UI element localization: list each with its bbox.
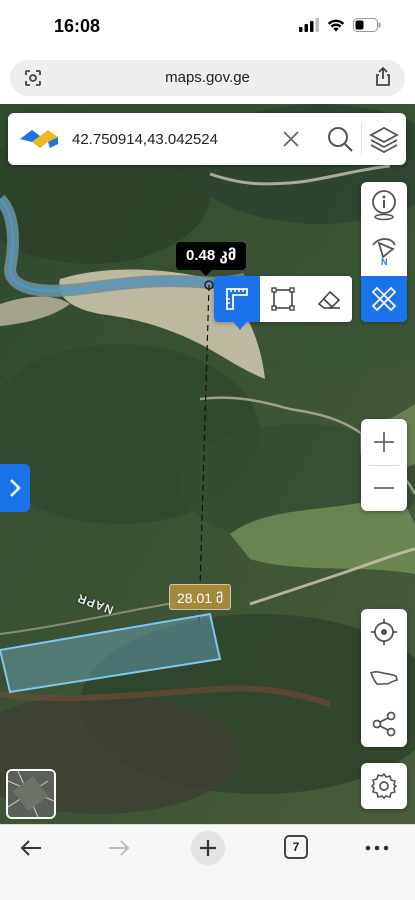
toolbar-pointer (230, 318, 250, 330)
gear-icon (371, 773, 397, 799)
forward-button[interactable] (106, 835, 132, 861)
more-menu-button[interactable] (364, 835, 390, 861)
plus-icon (200, 840, 216, 856)
arrow-right-icon (109, 840, 130, 856)
total-distance-tooltip: 0.48 კმ (176, 242, 247, 276)
ruler-icon (226, 288, 248, 310)
share-button[interactable] (361, 701, 407, 747)
measure-tool-button[interactable] (361, 276, 407, 322)
search-divider (361, 123, 362, 155)
share-icon (372, 711, 396, 737)
status-bar: 16:08 (0, 0, 415, 56)
coordinates-search-input[interactable] (72, 127, 272, 151)
basemap-switcher-thumbnail[interactable] (6, 769, 56, 819)
country-view-button[interactable] (361, 655, 407, 701)
satellite-imagery (0, 104, 415, 824)
new-tab-button[interactable] (191, 831, 225, 865)
plus-icon (374, 432, 394, 452)
close-icon[interactable] (280, 126, 302, 157)
measure-area-button[interactable] (260, 276, 306, 322)
tabs-button[interactable]: 7 (284, 835, 308, 859)
browser-toolbar: 7 (0, 824, 415, 900)
clear-measure-button[interactable] (306, 276, 352, 322)
compass-button[interactable]: N (361, 228, 407, 274)
basemap-thumbnail-image (8, 771, 54, 817)
search-icon[interactable] (326, 125, 354, 158)
info-button[interactable] (361, 182, 407, 228)
zoom-controls (361, 419, 407, 511)
measure-distance-button[interactable] (214, 276, 260, 322)
back-button[interactable] (18, 835, 44, 861)
georgia-map-icon (369, 671, 398, 686)
more-dots-icon (365, 845, 389, 851)
polygon-area-icon (271, 287, 295, 311)
info-icon (372, 190, 396, 221)
measure-toolbar (214, 276, 352, 322)
share-page-icon[interactable] (374, 66, 392, 92)
chevron-right-icon (10, 479, 21, 497)
zoom-out-button[interactable] (361, 465, 407, 511)
minus-icon (374, 487, 394, 489)
ruler-pencil-icon (371, 286, 397, 312)
layers-icon[interactable] (369, 125, 399, 160)
zoom-in-button[interactable] (361, 419, 407, 465)
segment-distance-label: 28.01 მ (169, 584, 232, 610)
url-text[interactable]: maps.gov.ge (10, 69, 405, 86)
my-location-button[interactable] (361, 609, 407, 655)
settings-button[interactable] (361, 763, 407, 809)
status-icons (299, 18, 381, 32)
napr-logo-icon[interactable] (18, 126, 60, 157)
open-sidebar-button[interactable] (0, 464, 30, 512)
battery-icon (353, 18, 381, 32)
location-controls (361, 609, 407, 747)
map-canvas[interactable]: NAPR 42.750914,43.042524 N 0.48 კმ 28.01… (0, 104, 415, 824)
map-tools-panel: N (361, 182, 407, 322)
crosshair-icon (371, 619, 397, 645)
clock: 16:08 (54, 16, 101, 36)
arrow-left-icon (20, 840, 41, 856)
address-bar[interactable]: maps.gov.ge (10, 60, 405, 96)
search-box (8, 113, 406, 165)
signal-icon (299, 18, 319, 32)
wifi-icon (327, 19, 345, 32)
svg-text:N: N (381, 257, 388, 267)
compass-icon: N (372, 238, 396, 267)
eraser-icon (317, 290, 341, 309)
